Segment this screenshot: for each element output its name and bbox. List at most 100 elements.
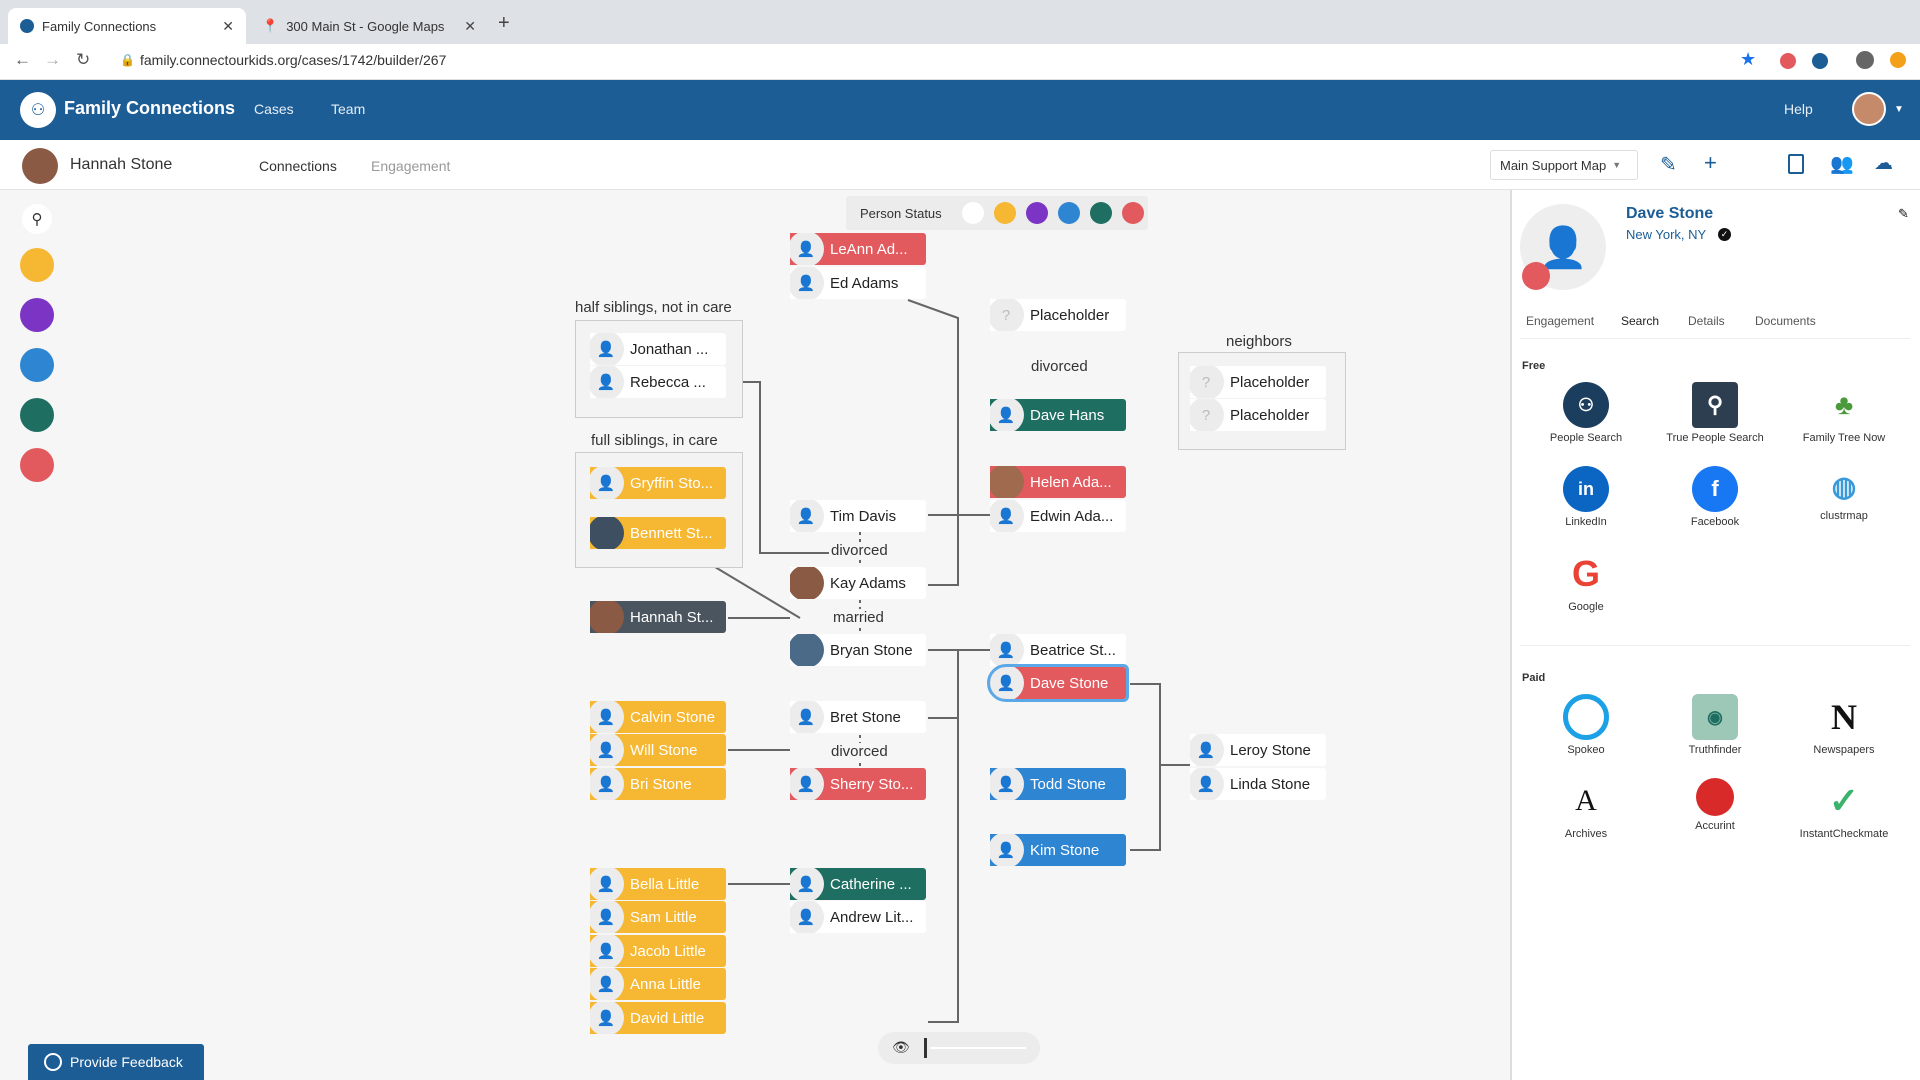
person-node[interactable]: 👤 Edwin Ada... (990, 500, 1126, 532)
search-app-true-people-search[interactable]: ⚲ True People Search (1655, 382, 1775, 444)
add-icon[interactable]: + (1704, 150, 1717, 176)
search-app-people-search[interactable]: ⚇ People Search (1526, 382, 1646, 444)
person-node[interactable]: Bryan Stone (790, 634, 926, 666)
person-node[interactable]: 👤 Kim Stone (990, 834, 1126, 866)
provide-feedback-button[interactable]: Provide Feedback (28, 1044, 204, 1080)
person-node[interactable]: 👤 Sherry Sto... (790, 768, 926, 800)
search-app-newspapers[interactable]: N Newspapers (1784, 694, 1904, 756)
people-icon[interactable]: 👥 (1830, 152, 1854, 176)
person-node[interactable]: 👤 Andrew Lit... (790, 901, 926, 933)
extension-icon[interactable] (1890, 52, 1906, 68)
search-app-spokeo[interactable]: Spokeo (1526, 694, 1646, 756)
relation-label: divorced (829, 542, 890, 559)
status-white-dot[interactable] (962, 202, 984, 224)
person-node[interactable]: Bennett St... (590, 517, 726, 549)
status-blue-dot[interactable] (1058, 202, 1080, 224)
person-node[interactable]: 👤 Ed Adams (790, 267, 926, 299)
person-node[interactable]: 👤 Catherine ... (790, 868, 926, 900)
person-node[interactable]: Hannah St... (590, 601, 726, 633)
person-node-selected[interactable]: 👤 Dave Stone (987, 664, 1129, 702)
avatar (590, 517, 624, 549)
eye-icon[interactable]: 👁 (892, 1039, 910, 1056)
document-icon[interactable] (1788, 154, 1804, 174)
person-node[interactable]: 👤 Leroy Stone (1190, 734, 1326, 766)
extension-icon[interactable] (1780, 53, 1796, 69)
status-yellow-dot[interactable] (994, 202, 1016, 224)
search-app-archives[interactable]: A Archives (1526, 778, 1646, 840)
chevron-down-icon[interactable]: ▼ (1894, 104, 1904, 115)
person-icon: 👤 (790, 233, 824, 265)
slider-handle[interactable] (924, 1038, 927, 1058)
panel-tab-details[interactable]: Details (1688, 314, 1725, 328)
person-node[interactable]: 👤 Sam Little (590, 901, 726, 933)
search-app-family-tree-now[interactable]: ♣ Family Tree Now (1784, 382, 1904, 444)
status-green-dot[interactable] (1090, 202, 1112, 224)
status-purple-dot[interactable] (1026, 202, 1048, 224)
panel-tab-search[interactable]: Search (1621, 314, 1659, 328)
help-link[interactable]: Help (1784, 101, 1813, 117)
person-node[interactable]: Helen Ada... (990, 466, 1126, 498)
edit-pencil-icon[interactable]: ✎ (1898, 206, 1909, 222)
connection-lines (689, 299, 1190, 1023)
person-name: David Little (630, 1009, 705, 1027)
person-node[interactable]: 👤 Jonathan ... (590, 333, 726, 365)
person-node[interactable]: 👤 LeAnn Ad... (790, 233, 926, 265)
globe-icon: ◍ (1831, 470, 1857, 502)
person-node[interactable]: 👤 Tim Davis (790, 500, 926, 532)
person-name: Kim Stone (1030, 841, 1100, 859)
search-app-facebook[interactable]: f Facebook (1655, 466, 1775, 528)
map-select[interactable]: Main Support Map ▼ (1490, 150, 1638, 180)
person-node[interactable]: 👤 Jacob Little (590, 935, 726, 967)
person-node[interactable]: 👤 Rebecca ... (590, 366, 726, 398)
person-name: Bella Little (630, 875, 700, 893)
search-app-truthfinder[interactable]: ◉ Truthfinder (1655, 694, 1775, 756)
person-node[interactable]: 👤 Gryffin Sto... (590, 467, 726, 499)
person-node[interactable]: ? Placeholder (1190, 366, 1326, 398)
panel-tab-documents[interactable]: Documents (1755, 314, 1816, 328)
bookmark-star-icon[interactable]: ★ (1740, 49, 1756, 70)
person-node[interactable]: Kay Adams (790, 567, 926, 599)
app-label: Spokeo (1567, 744, 1605, 756)
person-icon: 👤 (790, 868, 824, 900)
person-node[interactable]: 👤 David Little (590, 1002, 726, 1034)
person-node[interactable]: ? Placeholder (990, 299, 1126, 331)
person-node[interactable]: 👤 Todd Stone (990, 768, 1126, 800)
section-label-free: Free (1522, 360, 1546, 372)
person-name: Helen Ada... (1030, 473, 1112, 491)
person-node[interactable]: 👤 Linda Stone (1190, 768, 1326, 800)
person-name: Jonathan ... (630, 340, 709, 358)
person-node[interactable]: 👤 Beatrice St... (990, 634, 1126, 666)
person-name: LeAnn Ad... (830, 240, 908, 258)
search-app-google[interactable]: G Google (1526, 551, 1646, 613)
truthfinder-icon: ◉ (1692, 694, 1738, 740)
person-node[interactable]: 👤 Bret Stone (790, 701, 926, 733)
magnifier-icon: ⚲ (1692, 382, 1738, 428)
profile-icon[interactable] (1856, 51, 1874, 69)
person-icon: 👤 (990, 634, 1024, 666)
person-node[interactable]: 👤 Anna Little (590, 968, 726, 1000)
cloud-upload-icon[interactable]: ☁ (1874, 152, 1893, 175)
person-node[interactable]: 👤 Dave Hans (990, 399, 1126, 431)
person-node[interactable]: 👤 Will Stone (590, 734, 726, 766)
edit-pencil-icon[interactable]: ✎ (1660, 152, 1677, 177)
search-app-clustrmap[interactable]: ◍ clustrmap (1784, 466, 1904, 523)
panel-tab-engagement[interactable]: Engagement (1526, 314, 1594, 328)
avatar (790, 634, 824, 666)
person-node[interactable]: 👤 Calvin Stone (590, 701, 726, 733)
person-name: Andrew Lit... (830, 908, 914, 926)
extension-icon[interactable] (1812, 53, 1828, 69)
app-label: LinkedIn (1565, 516, 1607, 528)
person-icon: 👤 (790, 267, 824, 299)
person-icon: 👤 (590, 1002, 624, 1034)
feedback-icon (44, 1053, 62, 1071)
search-app-accurint[interactable]: Accurint (1655, 778, 1775, 832)
person-node[interactable]: ? Placeholder (1190, 399, 1326, 431)
search-app-instantcheckmate[interactable]: ✓ InstantCheckmate (1784, 778, 1904, 840)
user-avatar[interactable] (1852, 92, 1886, 126)
status-red-dot[interactable] (1122, 202, 1144, 224)
person-node[interactable]: 👤 Bella Little (590, 868, 726, 900)
person-name: Beatrice St... (1030, 641, 1116, 659)
search-app-linkedin[interactable]: in LinkedIn (1526, 466, 1646, 528)
person-node[interactable]: 👤 Bri Stone (590, 768, 726, 800)
app-label: Newspapers (1813, 744, 1875, 756)
